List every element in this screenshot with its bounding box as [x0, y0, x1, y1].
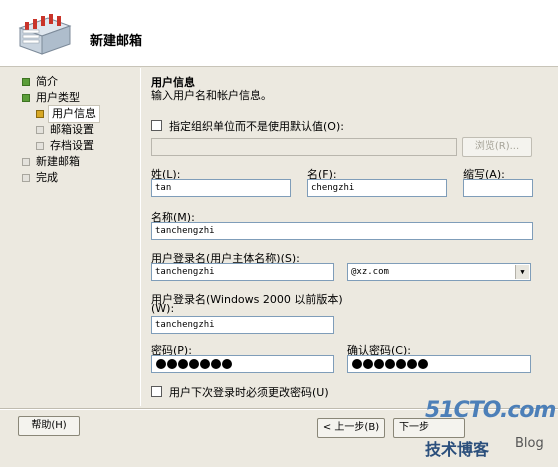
- upn-domain-value: @xz.com: [351, 267, 389, 277]
- step-pending-icon: [22, 174, 30, 182]
- step-finish[interactable]: 完成: [20, 170, 140, 186]
- mailbox-icon: [18, 14, 72, 55]
- password-mask: [156, 359, 232, 369]
- step-archive-settings[interactable]: 存档设置: [20, 138, 140, 154]
- help-button[interactable]: 帮助(H): [18, 416, 80, 436]
- pre2000-label-hotkey: (W):: [151, 302, 175, 315]
- password-dot: [374, 359, 384, 369]
- browse-button[interactable]: 浏览(R)...: [462, 137, 532, 157]
- step-pending-icon: [36, 142, 44, 150]
- pre2000-label: 用户登录名(Windows 2000 以前版本): [151, 293, 343, 306]
- step-pending-icon: [22, 158, 30, 166]
- password-dot: [352, 359, 362, 369]
- step-current-icon: [36, 110, 44, 118]
- password-dot: [222, 359, 232, 369]
- user-info-panel: 用户信息 输入用户名和帐户信息。 指定组织单位而不是使用默认值(O): 浏览(R…: [140, 68, 543, 406]
- wizard-title: 新建邮箱: [90, 34, 143, 49]
- specify-ou-label: 指定组织单位而不是使用默认值(O):: [169, 120, 344, 133]
- watermark-brand: 51CTO.com: [425, 398, 556, 423]
- password-dot: [211, 359, 221, 369]
- upn-domain-select[interactable]: @xz.com ▼: [347, 263, 531, 281]
- password-dot: [178, 359, 188, 369]
- wizard-header: 新建邮箱: [0, 0, 558, 67]
- password-input[interactable]: [151, 355, 334, 373]
- first-name-input[interactable]: chengzhi: [307, 179, 447, 197]
- step-new-mailbox[interactable]: 新建邮箱: [20, 154, 140, 170]
- initials-input[interactable]: [463, 179, 533, 197]
- password-dot: [200, 359, 210, 369]
- back-button[interactable]: < 上一步(B): [317, 418, 385, 438]
- last-name-input[interactable]: tan: [151, 179, 291, 197]
- step-label: 存档设置: [50, 139, 94, 152]
- password-dot: [167, 359, 177, 369]
- step-label: 完成: [36, 171, 58, 184]
- name-input[interactable]: tanchengzhi: [151, 222, 533, 240]
- password-dot: [363, 359, 373, 369]
- ou-path-input[interactable]: [151, 138, 457, 156]
- step-label: 新建邮箱: [36, 155, 80, 168]
- upn-input[interactable]: tanchengzhi: [151, 263, 334, 281]
- change-password-label: 用户下次登录时必须更改密码(U): [169, 386, 329, 399]
- chevron-down-icon[interactable]: ▼: [515, 265, 529, 279]
- watermark-blog-cn: 技术博客: [425, 440, 490, 459]
- password-dot: [156, 359, 166, 369]
- password-dot: [396, 359, 406, 369]
- step-complete-icon: [22, 78, 30, 86]
- step-label: 邮箱设置: [50, 123, 94, 136]
- step-pending-icon: [36, 126, 44, 134]
- step-complete-icon: [22, 94, 30, 102]
- step-label: 用户类型: [36, 91, 80, 104]
- confirm-password-input[interactable]: [347, 355, 531, 373]
- step-user-type[interactable]: 用户类型: [20, 90, 140, 106]
- step-user-info[interactable]: 用户信息: [20, 105, 140, 123]
- password-dot: [189, 359, 199, 369]
- password-dot: [385, 359, 395, 369]
- password-mask: [352, 359, 428, 369]
- step-intro[interactable]: 简介: [20, 74, 140, 90]
- watermark-blog: Blog: [515, 436, 544, 451]
- step-label: 用户信息: [48, 105, 100, 123]
- step-label: 简介: [36, 75, 58, 88]
- specify-ou-checkbox[interactable]: [151, 120, 162, 131]
- change-password-checkbox[interactable]: [151, 386, 162, 397]
- section-description: 输入用户名和帐户信息。: [151, 89, 272, 102]
- password-dot: [407, 359, 417, 369]
- pre2000-input[interactable]: tanchengzhi: [151, 316, 334, 334]
- password-dot: [418, 359, 428, 369]
- wizard-steps: 简介 用户类型 用户信息 邮箱设置 存档设置 新建邮箱 完成: [20, 74, 140, 186]
- step-mailbox-settings[interactable]: 邮箱设置: [20, 122, 140, 138]
